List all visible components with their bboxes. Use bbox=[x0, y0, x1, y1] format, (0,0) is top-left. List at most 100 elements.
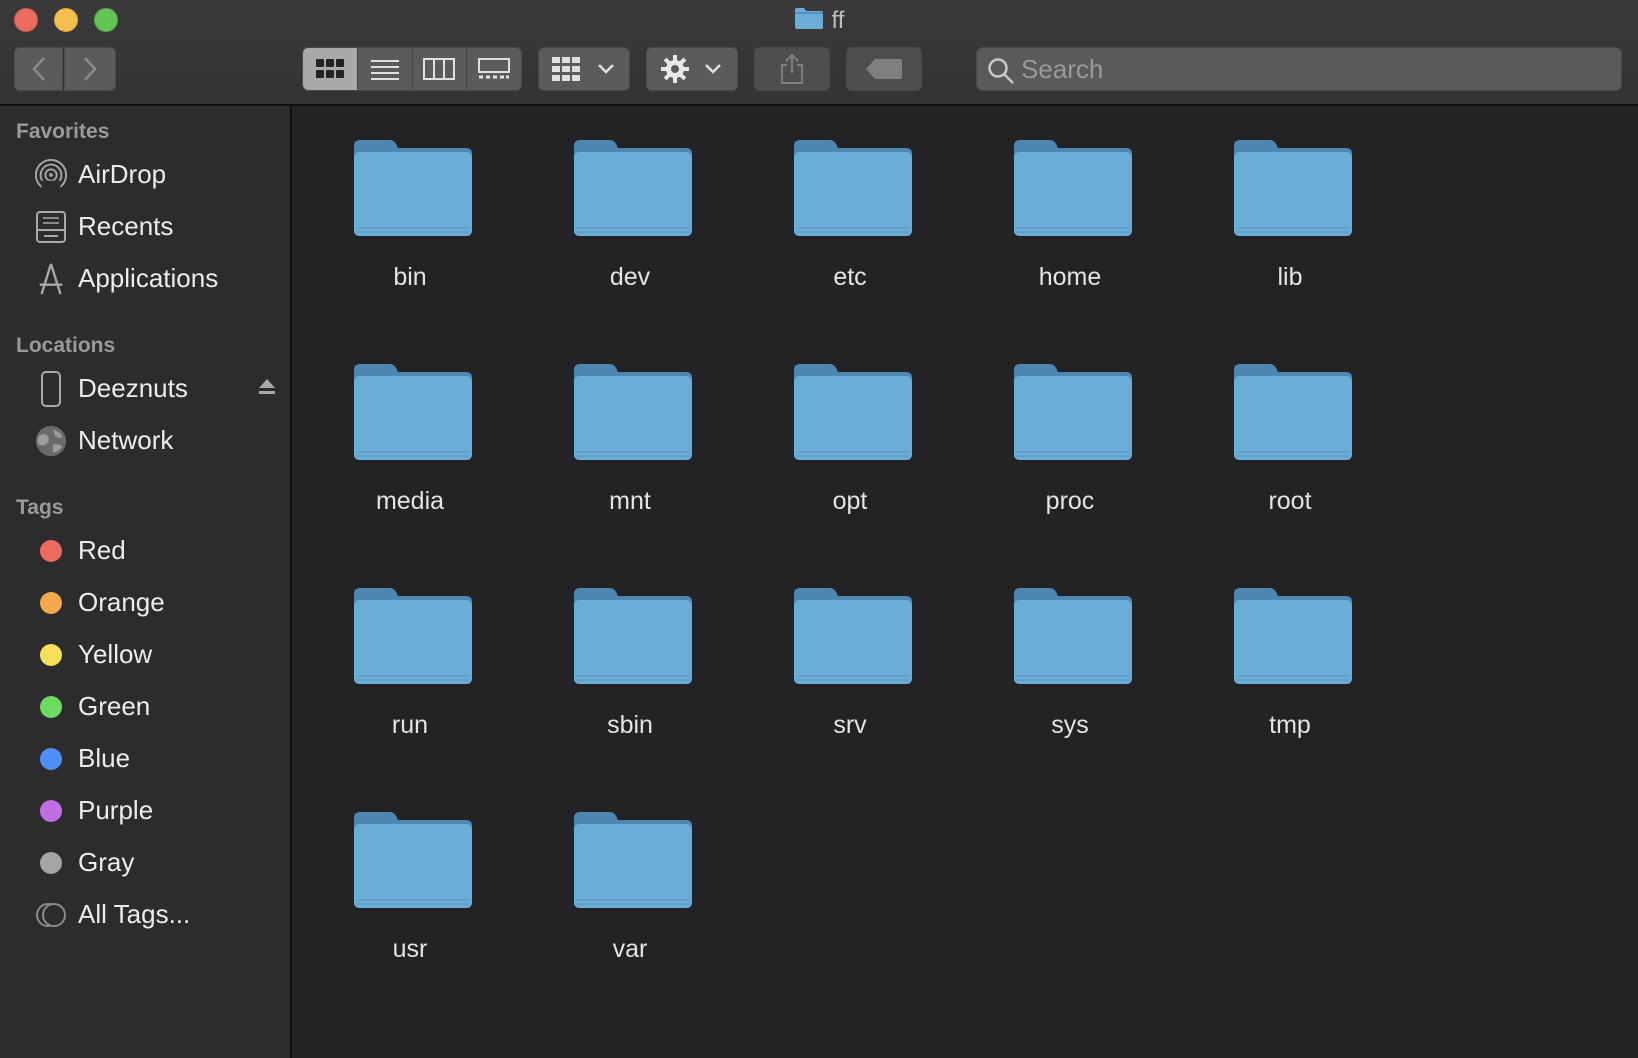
folder-icon bbox=[1232, 586, 1354, 686]
sidebar: Favorites AirDrop Recents Applications L… bbox=[0, 106, 292, 1058]
icon-grid-icon bbox=[315, 59, 344, 78]
folder-name: sbin bbox=[607, 711, 653, 739]
sidebar-item-deeznuts[interactable]: Deeznuts bbox=[0, 365, 290, 411]
sidebar-item-tag-green[interactable]: Green bbox=[0, 683, 290, 729]
sidebar-item-label: Green bbox=[78, 691, 151, 721]
icon-view-button[interactable] bbox=[303, 48, 358, 90]
list-view-button[interactable] bbox=[357, 48, 413, 90]
sidebar-item-network[interactable]: Network bbox=[0, 417, 290, 463]
folder-item[interactable]: dev bbox=[530, 138, 730, 338]
folder-item[interactable]: etc bbox=[750, 138, 950, 338]
sidebar-item-tag-yellow[interactable]: Yellow bbox=[0, 631, 290, 677]
chevron-right-icon bbox=[84, 57, 97, 81]
folder-item[interactable]: media bbox=[310, 362, 510, 562]
sidebar-item-label: Applications bbox=[78, 263, 219, 293]
tag-color-dot bbox=[34, 846, 68, 880]
chevron-down-icon bbox=[598, 64, 614, 74]
sidebar-item-label: Blue bbox=[78, 743, 131, 773]
tags-header: Tags bbox=[16, 496, 64, 519]
folder-item[interactable]: sbin bbox=[530, 586, 730, 786]
favorites-header: Favorites bbox=[16, 120, 110, 143]
sidebar-item-tag-gray[interactable]: Gray bbox=[0, 839, 290, 885]
folder-item[interactable]: run bbox=[310, 586, 510, 786]
applications-icon bbox=[34, 262, 68, 296]
folder-icon bbox=[352, 586, 474, 686]
sidebar-item-tag-purple[interactable]: Purple bbox=[0, 787, 290, 833]
folder-item[interactable]: opt bbox=[750, 362, 950, 562]
folder-name: tmp bbox=[1269, 711, 1311, 739]
forward-button[interactable] bbox=[64, 47, 116, 91]
folder-icon bbox=[352, 362, 474, 462]
locations-header: Locations bbox=[16, 334, 116, 357]
folder-name: opt bbox=[832, 487, 868, 515]
folder-icon bbox=[1012, 138, 1134, 238]
group-by-button[interactable] bbox=[538, 47, 630, 91]
sidebar-item-label: All Tags... bbox=[78, 899, 191, 929]
folder-item[interactable]: bin bbox=[310, 138, 510, 338]
sidebar-item-all-tags[interactable]: All Tags... bbox=[0, 891, 290, 937]
columns-icon bbox=[423, 58, 456, 80]
folder-item[interactable]: mnt bbox=[530, 362, 730, 562]
action-menu-button[interactable] bbox=[646, 47, 738, 91]
folder-icon bbox=[794, 6, 824, 37]
folder-icon bbox=[792, 138, 914, 238]
tag-color-dot bbox=[34, 638, 68, 672]
folder-item[interactable]: home bbox=[970, 138, 1170, 338]
folder-name: media bbox=[375, 487, 445, 515]
sidebar-item-applications[interactable]: Applications bbox=[0, 255, 290, 301]
folder-item[interactable]: sys bbox=[970, 586, 1170, 786]
folder-name: lib bbox=[1277, 263, 1303, 291]
back-button[interactable] bbox=[14, 47, 63, 91]
folder-name: run bbox=[391, 711, 429, 739]
share-icon bbox=[781, 53, 803, 84]
folder-icon bbox=[1232, 362, 1354, 462]
tag-color-dot bbox=[34, 586, 68, 620]
folder-icon bbox=[352, 138, 474, 238]
folder-icon bbox=[1232, 138, 1354, 238]
sidebar-item-tag-orange[interactable]: Orange bbox=[0, 579, 290, 625]
folder-item[interactable]: var bbox=[530, 810, 730, 1010]
sidebar-item-tag-blue[interactable]: Blue bbox=[0, 735, 290, 781]
sidebar-item-label: Gray bbox=[78, 847, 135, 877]
gallery-icon bbox=[478, 58, 511, 79]
folder-name: dev bbox=[609, 263, 651, 291]
folder-name: bin bbox=[393, 263, 427, 291]
tag-color-dot bbox=[34, 534, 68, 568]
sidebar-item-label: AirDrop bbox=[78, 159, 167, 189]
finder-window: ff Search Favorites AirDrop Recents Appl… bbox=[0, 0, 1638, 1058]
airdrop-icon bbox=[34, 158, 68, 192]
search-input[interactable] bbox=[1021, 52, 1601, 86]
folder-item[interactable]: tmp bbox=[1190, 586, 1390, 786]
folder-name: usr bbox=[392, 935, 428, 963]
tag-color-dot bbox=[34, 742, 68, 776]
folder-item[interactable]: srv bbox=[750, 586, 950, 786]
gallery-view-button[interactable] bbox=[467, 48, 521, 90]
share-button[interactable] bbox=[754, 47, 830, 91]
window-title: ff bbox=[0, 6, 1638, 37]
sidebar-item-label: Red bbox=[78, 535, 126, 565]
folder-item[interactable]: proc bbox=[970, 362, 1170, 562]
column-view-button[interactable] bbox=[412, 48, 468, 90]
folder-name: etc bbox=[833, 263, 867, 291]
sidebar-item-recents[interactable]: Recents bbox=[0, 203, 290, 249]
chevron-down-icon bbox=[705, 64, 721, 74]
search-field[interactable] bbox=[976, 47, 1622, 91]
all-tags-icon bbox=[34, 898, 68, 932]
folder-name: mnt bbox=[609, 487, 651, 515]
folder-item[interactable]: root bbox=[1190, 362, 1390, 562]
folder-name: var bbox=[612, 935, 648, 963]
sidebar-item-airdrop[interactable]: AirDrop bbox=[0, 151, 290, 197]
folder-item[interactable]: usr bbox=[310, 810, 510, 1010]
sidebar-item-label: Purple bbox=[78, 795, 154, 825]
tag-button[interactable] bbox=[846, 47, 922, 91]
sidebar-item-tag-red[interactable]: Red bbox=[0, 527, 290, 573]
folder-item[interactable]: lib bbox=[1190, 138, 1390, 338]
folder-name: root bbox=[1268, 487, 1312, 515]
group-grid-icon bbox=[552, 57, 580, 81]
sidebar-item-label: Deeznuts bbox=[78, 373, 188, 403]
list-icon bbox=[370, 60, 399, 80]
tag-color-dot bbox=[34, 794, 68, 828]
folder-icon bbox=[572, 138, 694, 238]
folder-name: proc bbox=[1045, 487, 1095, 515]
eject-icon[interactable] bbox=[258, 377, 276, 400]
